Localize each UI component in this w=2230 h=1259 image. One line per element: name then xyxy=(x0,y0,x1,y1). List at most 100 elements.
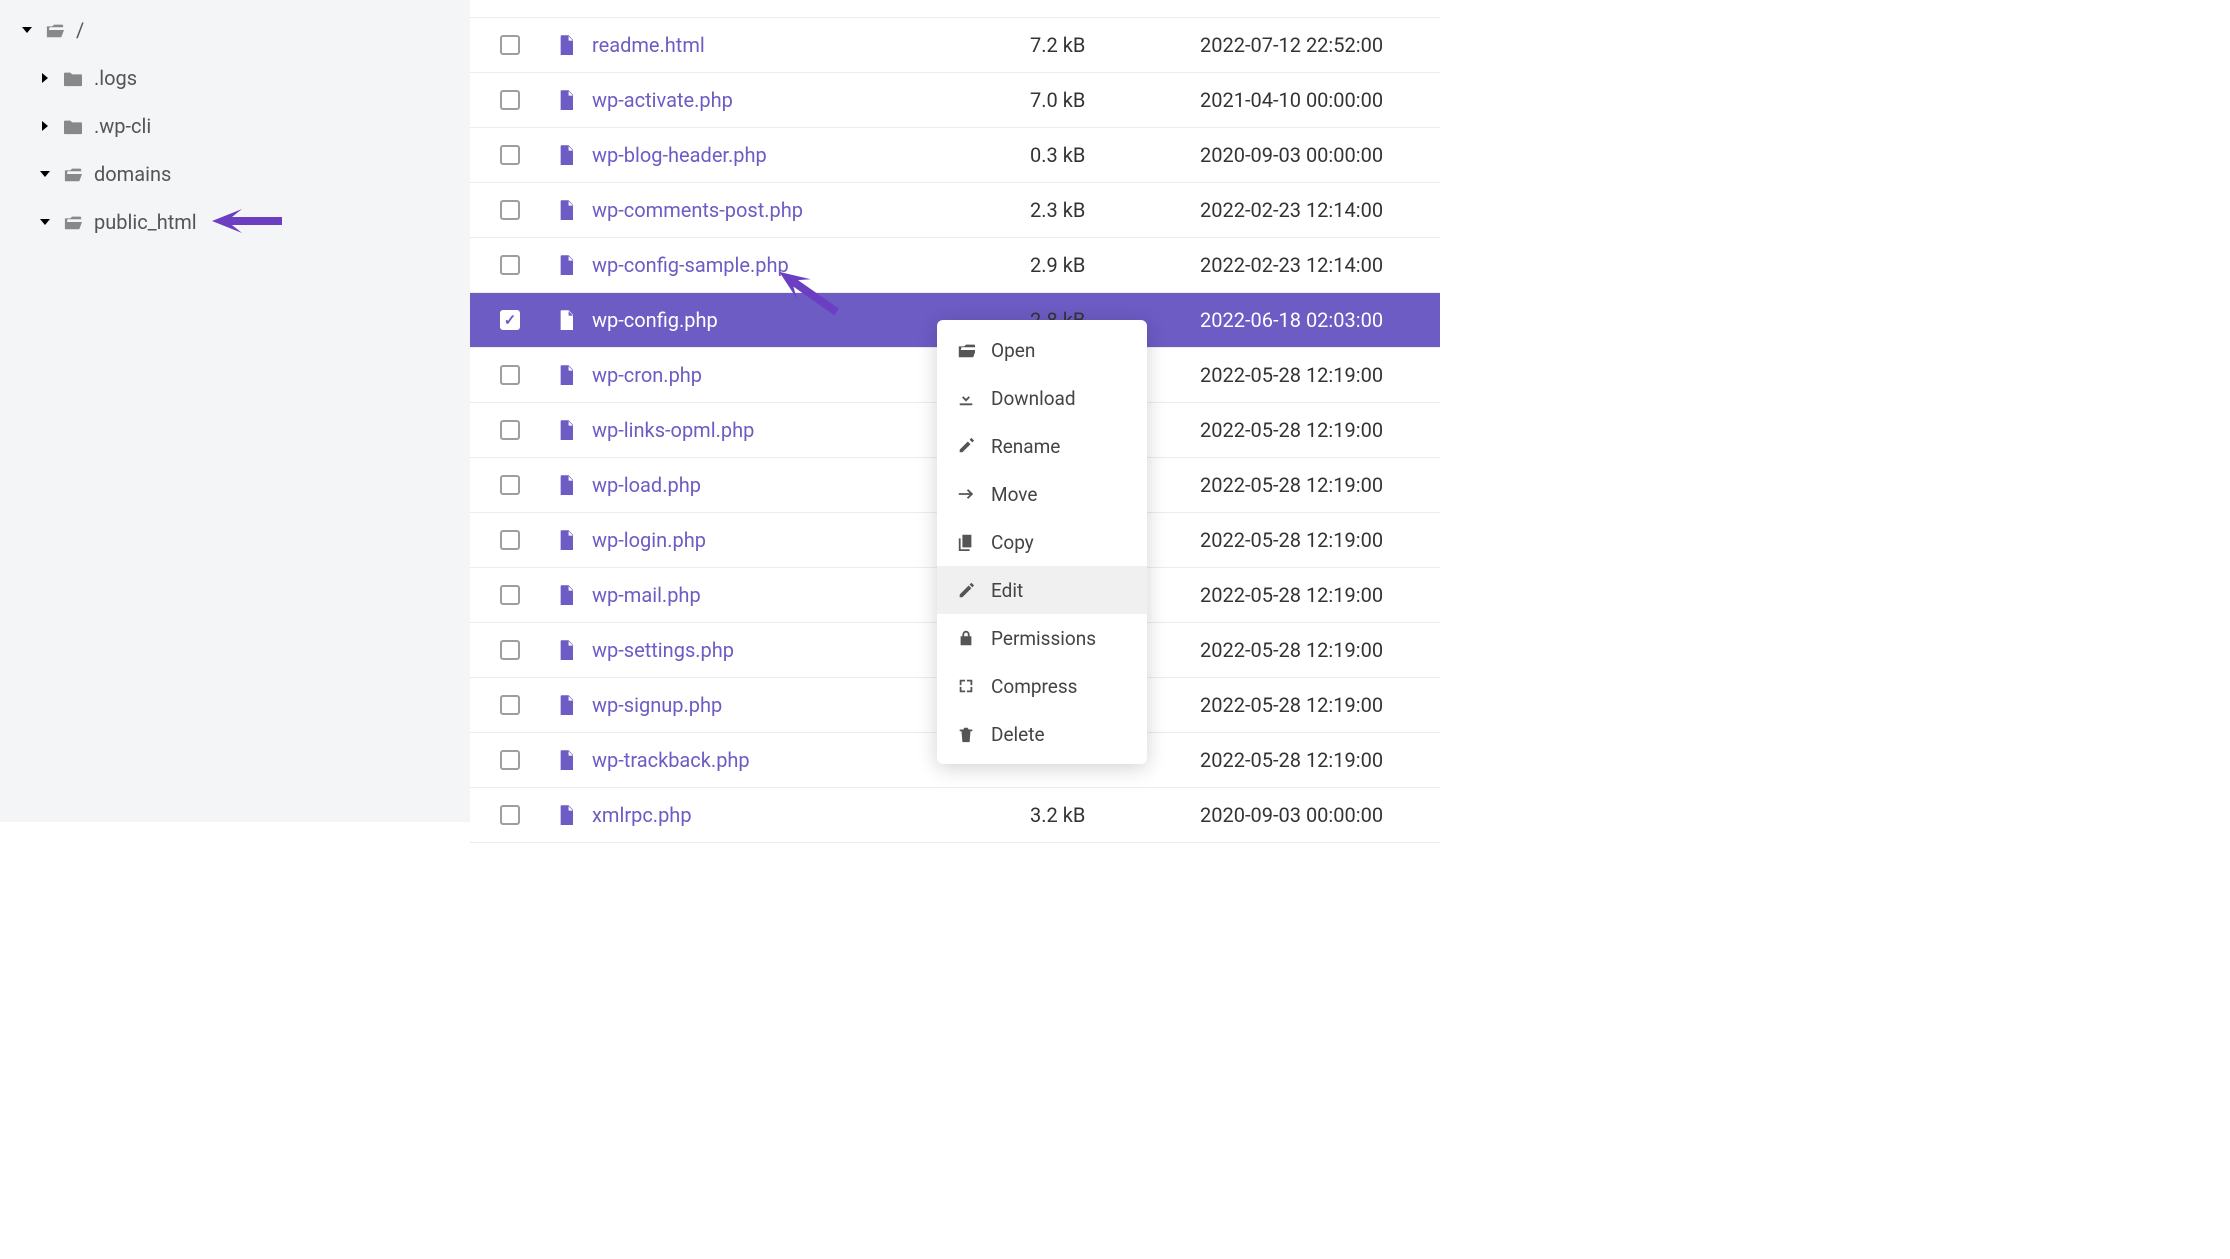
chevron-down-icon[interactable] xyxy=(20,23,34,37)
row-checkbox[interactable] xyxy=(500,475,520,495)
file-size: 2.9 kB xyxy=(1030,253,1200,277)
file-icon xyxy=(558,310,586,330)
file-name[interactable]: wp-cron.php xyxy=(592,363,702,387)
file-name[interactable]: wp-config.php xyxy=(592,308,718,332)
menu-item-label: Permissions xyxy=(991,627,1096,650)
file-row[interactable]: wp-blog-header.php 0.3 kB2020-09-03 00:00… xyxy=(470,128,1440,183)
file-name[interactable]: wp-links-opml.php xyxy=(592,418,754,442)
download-icon xyxy=(955,389,977,407)
file-size: 7.0 kB xyxy=(1030,88,1200,112)
chevron-right-icon[interactable] xyxy=(38,71,52,85)
file-size: 0.3 kB xyxy=(1030,143,1200,167)
file-name[interactable]: wp-load.php xyxy=(592,473,701,497)
file-date: 2020-09-03 00:00:00 xyxy=(1200,143,1440,167)
file-name[interactable]: wp-comments-post.php xyxy=(592,198,803,222)
row-checkbox[interactable] xyxy=(500,365,520,385)
menu-item-rename[interactable]: Rename xyxy=(937,422,1147,470)
row-checkbox[interactable] xyxy=(500,640,520,660)
menu-item-delete[interactable]: Delete xyxy=(937,710,1147,758)
file-date: 2022-05-28 12:19:00 xyxy=(1200,363,1440,387)
file-icon xyxy=(558,365,586,385)
checkbox-cell xyxy=(500,530,558,550)
file-name[interactable]: wp-login.php xyxy=(592,528,706,552)
lock-icon xyxy=(955,629,977,647)
row-checkbox[interactable] xyxy=(500,255,520,275)
row-checkbox[interactable] xyxy=(500,145,520,165)
chevron-right-icon[interactable] xyxy=(38,119,52,133)
edit-icon xyxy=(955,581,977,599)
folder-open-icon xyxy=(955,341,977,359)
file-date: 2022-07-12 22:52:00 xyxy=(1200,33,1440,57)
file-date: 2022-02-23 12:14:00 xyxy=(1200,253,1440,277)
checkbox-cell xyxy=(500,805,558,825)
row-checkbox[interactable] xyxy=(500,200,520,220)
name-cell: wp-blog-header.php xyxy=(558,143,1030,167)
checkbox-cell xyxy=(500,255,558,275)
file-date: 2020-09-03 00:00:00 xyxy=(1200,803,1440,827)
name-cell: wp-config-sample.php xyxy=(558,253,1030,277)
checkbox-cell xyxy=(500,365,558,385)
compress-icon xyxy=(955,677,977,695)
file-name[interactable]: wp-settings.php xyxy=(592,638,734,662)
partial-row xyxy=(470,0,1440,18)
tree-item-label: .wp-cli xyxy=(94,114,151,138)
row-checkbox[interactable] xyxy=(500,805,520,825)
row-checkbox[interactable] xyxy=(500,90,520,110)
tree-item-label: public_html xyxy=(94,210,197,234)
file-row[interactable]: xmlrpc.php3.2 kB2020-09-03 00:00:00 xyxy=(470,788,1440,843)
file-date: 2022-06-18 02:03:00 xyxy=(1200,308,1440,332)
menu-item-permissions[interactable]: Permissions xyxy=(937,614,1147,662)
chevron-down-icon[interactable] xyxy=(38,215,52,229)
row-checkbox[interactable] xyxy=(500,750,520,770)
menu-item-copy[interactable]: Copy xyxy=(937,518,1147,566)
tree-root[interactable]: / xyxy=(0,6,470,54)
checkbox-cell xyxy=(500,585,558,605)
trash-icon xyxy=(955,725,977,743)
menu-item-label: Download xyxy=(991,387,1076,410)
file-name[interactable]: wp-signup.php xyxy=(592,693,722,717)
tree-item-logs[interactable]: .logs xyxy=(0,54,470,102)
menu-item-label: Delete xyxy=(991,723,1045,746)
menu-item-compress[interactable]: Compress xyxy=(937,662,1147,710)
checkbox-cell xyxy=(500,90,558,110)
file-icon xyxy=(558,145,586,165)
menu-item-edit[interactable]: Edit xyxy=(937,566,1147,614)
file-name[interactable]: readme.html xyxy=(592,33,705,57)
tree-item-wp-cli[interactable]: .wp-cli xyxy=(0,102,470,150)
menu-item-label: Copy xyxy=(991,531,1034,554)
file-name[interactable]: wp-activate.php xyxy=(592,88,733,112)
row-checkbox[interactable] xyxy=(500,420,520,440)
row-checkbox[interactable] xyxy=(500,585,520,605)
menu-item-move[interactable]: Move xyxy=(937,470,1147,518)
row-checkbox[interactable] xyxy=(500,695,520,715)
folder-icon xyxy=(62,117,84,135)
file-name[interactable]: wp-trackback.php xyxy=(592,748,750,772)
chevron-down-icon[interactable] xyxy=(38,167,52,181)
copy-icon xyxy=(955,533,977,551)
file-icon xyxy=(558,200,586,220)
menu-item-open[interactable]: Open xyxy=(937,326,1147,374)
file-name[interactable]: wp-config-sample.php xyxy=(592,253,789,277)
checkbox-cell xyxy=(500,145,558,165)
file-row[interactable]: wp-activate.php7.0 kB2021-04-10 00:00:00 xyxy=(470,73,1440,128)
tree-root-label: / xyxy=(76,18,84,42)
file-row[interactable]: wp-comments-post.php2.3 kB2022-02-23 12:… xyxy=(470,183,1440,238)
row-checkbox[interactable] xyxy=(500,530,520,550)
file-row[interactable]: wp-config-sample.php 2.9 kB2022-02-23 12:… xyxy=(470,238,1440,293)
row-checkbox[interactable] xyxy=(500,310,520,330)
file-name[interactable]: xmlrpc.php xyxy=(592,803,692,827)
file-date: 2022-05-28 12:19:00 xyxy=(1200,748,1440,772)
file-name[interactable]: wp-mail.php xyxy=(592,583,701,607)
tree-item-label: domains xyxy=(94,162,171,186)
menu-item-label: Compress xyxy=(991,675,1077,698)
tree-item-domains[interactable]: domains xyxy=(0,150,470,198)
file-icon xyxy=(558,90,586,110)
file-icon xyxy=(558,420,586,440)
tree-item-public-html[interactable]: public_html xyxy=(0,198,470,246)
row-checkbox[interactable] xyxy=(500,35,520,55)
file-row[interactable]: readme.html7.2 kB2022-07-12 22:52:00 xyxy=(470,18,1440,73)
folder-open-icon xyxy=(62,165,84,183)
file-name[interactable]: wp-blog-header.php xyxy=(592,143,767,167)
menu-item-download[interactable]: Download xyxy=(937,374,1147,422)
name-cell: xmlrpc.php xyxy=(558,803,1030,827)
